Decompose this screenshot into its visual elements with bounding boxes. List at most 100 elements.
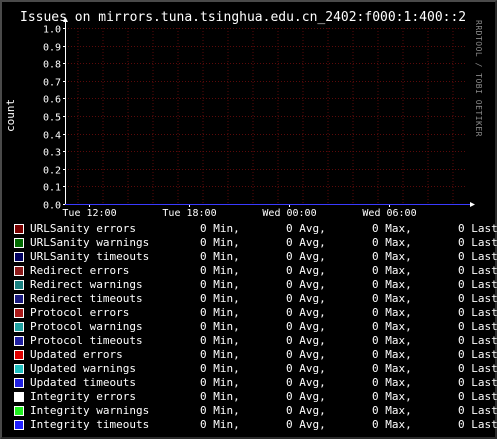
legend-last-value: 0 Last [458, 236, 497, 249]
y-tick-label: 0.2 [43, 166, 61, 177]
legend-avg-value: 0 Avg, [286, 306, 326, 319]
legend-last-value: 0 Last [458, 264, 497, 277]
legend-series-name: Protocol warnings [30, 320, 143, 333]
y-tick-label: 0.0 [43, 201, 61, 212]
legend-last-value: 0 Last [458, 418, 497, 431]
legend-avg-value: 0 Avg, [286, 348, 326, 361]
y-tick-label: 0.9 [43, 43, 61, 54]
chart-plot: 0.0 0.1 0.2 0.3 0.4 0.5 0.6 0.7 0.8 0.9 1.0 Tue 12… [43, 17, 475, 219]
legend-last-value: 0 Last [458, 320, 497, 333]
legend-color-swatch [14, 420, 24, 430]
y-tick-labels: 0.0 0.1 0.2 0.3 0.4 0.5 0.6 0.7 0.8 0.9 1.0 [43, 25, 61, 212]
legend-color-swatch [14, 238, 24, 248]
legend-last-value: 0 Last [458, 348, 497, 361]
legend-series-name: URLSanity errors [30, 222, 136, 235]
legend-last-value: 0 Last [458, 334, 497, 347]
y-tick-label: 0.4 [43, 131, 61, 142]
legend-max-value: 0 Max, [372, 376, 412, 389]
legend-series-name: Integrity warnings [30, 404, 150, 417]
legend-avg-value: 0 Avg, [286, 418, 326, 431]
legend-max-value: 0 Max, [372, 404, 412, 417]
legend-min-value: 0 Min, [200, 362, 240, 375]
legend-min-value: 0 Min, [200, 250, 240, 263]
y-tick-label: 0.8 [43, 60, 61, 71]
legend-last-value: 0 Last [458, 362, 497, 375]
legend-avg-value: 0 Avg, [286, 278, 326, 291]
legend-series-name: Integrity errors [30, 390, 136, 403]
x-tick-label: Wed 06:00 [362, 208, 416, 219]
legend-min-value: 0 Min, [200, 348, 240, 361]
legend-max-value: 0 Max, [372, 292, 412, 305]
legend-min-value: 0 Min, [200, 320, 240, 333]
legend-color-swatch [14, 294, 24, 304]
legend-color-swatch [14, 350, 24, 360]
legend-avg-value: 0 Avg, [286, 334, 326, 347]
legend-min-value: 0 Min, [200, 222, 240, 235]
legend-min-value: 0 Min, [200, 334, 240, 347]
y-tick-label: 0.6 [43, 95, 61, 106]
x-axis-arrow [470, 202, 475, 207]
legend-color-swatch [14, 392, 24, 402]
legend-min-value: 0 Min, [200, 376, 240, 389]
legend-last-value: 0 Last [458, 278, 497, 291]
legend-max-value: 0 Max, [372, 278, 412, 291]
legend-max-value: 0 Max, [372, 362, 412, 375]
legend-max-value: 0 Max, [372, 222, 412, 235]
legend-color-swatch [14, 224, 24, 234]
legend-max-value: 0 Max, [372, 418, 412, 431]
legend-min-value: 0 Min, [200, 306, 240, 319]
legend-max-value: 0 Max, [372, 236, 412, 249]
y-tick-label: 0.5 [43, 113, 61, 124]
legend-last-value: 0 Last [458, 306, 497, 319]
legend-last-value: 0 Last [458, 250, 497, 263]
legend-last-value: 0 Last [458, 390, 497, 403]
legend-color-swatch [14, 308, 24, 318]
y-tick-label: 0.7 [43, 78, 61, 89]
legend-avg-value: 0 Avg, [286, 362, 326, 375]
legend-max-value: 0 Max, [372, 264, 412, 277]
x-tick-label: Tue 18:00 [162, 208, 216, 219]
x-tick-labels: Tue 12:00 Tue 18:00 Wed 00:00 Wed 06:00 [62, 208, 416, 219]
legend-max-value: 0 Max, [372, 320, 412, 333]
legend-max-value: 0 Max, [372, 334, 412, 347]
legend-last-value: 0 Last [458, 376, 497, 389]
legend-color-swatch [14, 266, 24, 276]
legend-color-swatch [14, 406, 24, 416]
legend-color-swatch [14, 322, 24, 332]
legend-avg-value: 0 Avg, [286, 320, 326, 333]
legend-series-name: Protocol errors [30, 306, 130, 319]
legend-avg-value: 0 Avg, [286, 222, 326, 235]
legend-series-name: Redirect warnings [30, 278, 143, 291]
legend-last-value: 0 Last [458, 222, 497, 235]
y-tick-label: 1.0 [43, 25, 61, 36]
legend-avg-value: 0 Avg, [286, 292, 326, 305]
legend-series-name: Updated timeouts [30, 376, 136, 389]
legend-series-name: Protocol timeouts [30, 334, 143, 347]
legend-min-value: 0 Min, [200, 264, 240, 277]
legend-series-name: Updated warnings [30, 362, 136, 375]
legend-min-value: 0 Min, [200, 404, 240, 417]
legend-avg-value: 0 Avg, [286, 376, 326, 389]
legend-color-swatch [14, 252, 24, 262]
legend-min-value: 0 Min, [200, 390, 240, 403]
legend-series-name: Redirect errors [30, 264, 130, 277]
legend-series-name: Redirect timeouts [30, 292, 143, 305]
legend-max-value: 0 Max, [372, 306, 412, 319]
grid-lines [65, 28, 465, 204]
y-tick-label: 0.1 [43, 183, 61, 194]
y-tick-label: 0.3 [43, 148, 61, 159]
legend-max-value: 0 Max, [372, 390, 412, 403]
legend-series-name: URLSanity timeouts [30, 250, 150, 263]
legend-last-value: 0 Last [458, 404, 497, 417]
legend-series-name: Integrity timeouts [30, 418, 150, 431]
legend-color-swatch [14, 280, 24, 290]
y-axis-arrow [63, 17, 68, 22]
legend-min-value: 0 Min, [200, 418, 240, 431]
legend-color-swatch [14, 336, 24, 346]
legend-color-swatch [14, 364, 24, 374]
legend-color-swatch [14, 378, 24, 388]
legend-avg-value: 0 Avg, [286, 236, 326, 249]
legend-avg-value: 0 Avg, [286, 250, 326, 263]
legend-min-value: 0 Min, [200, 236, 240, 249]
legend-avg-value: 0 Avg, [286, 404, 326, 417]
